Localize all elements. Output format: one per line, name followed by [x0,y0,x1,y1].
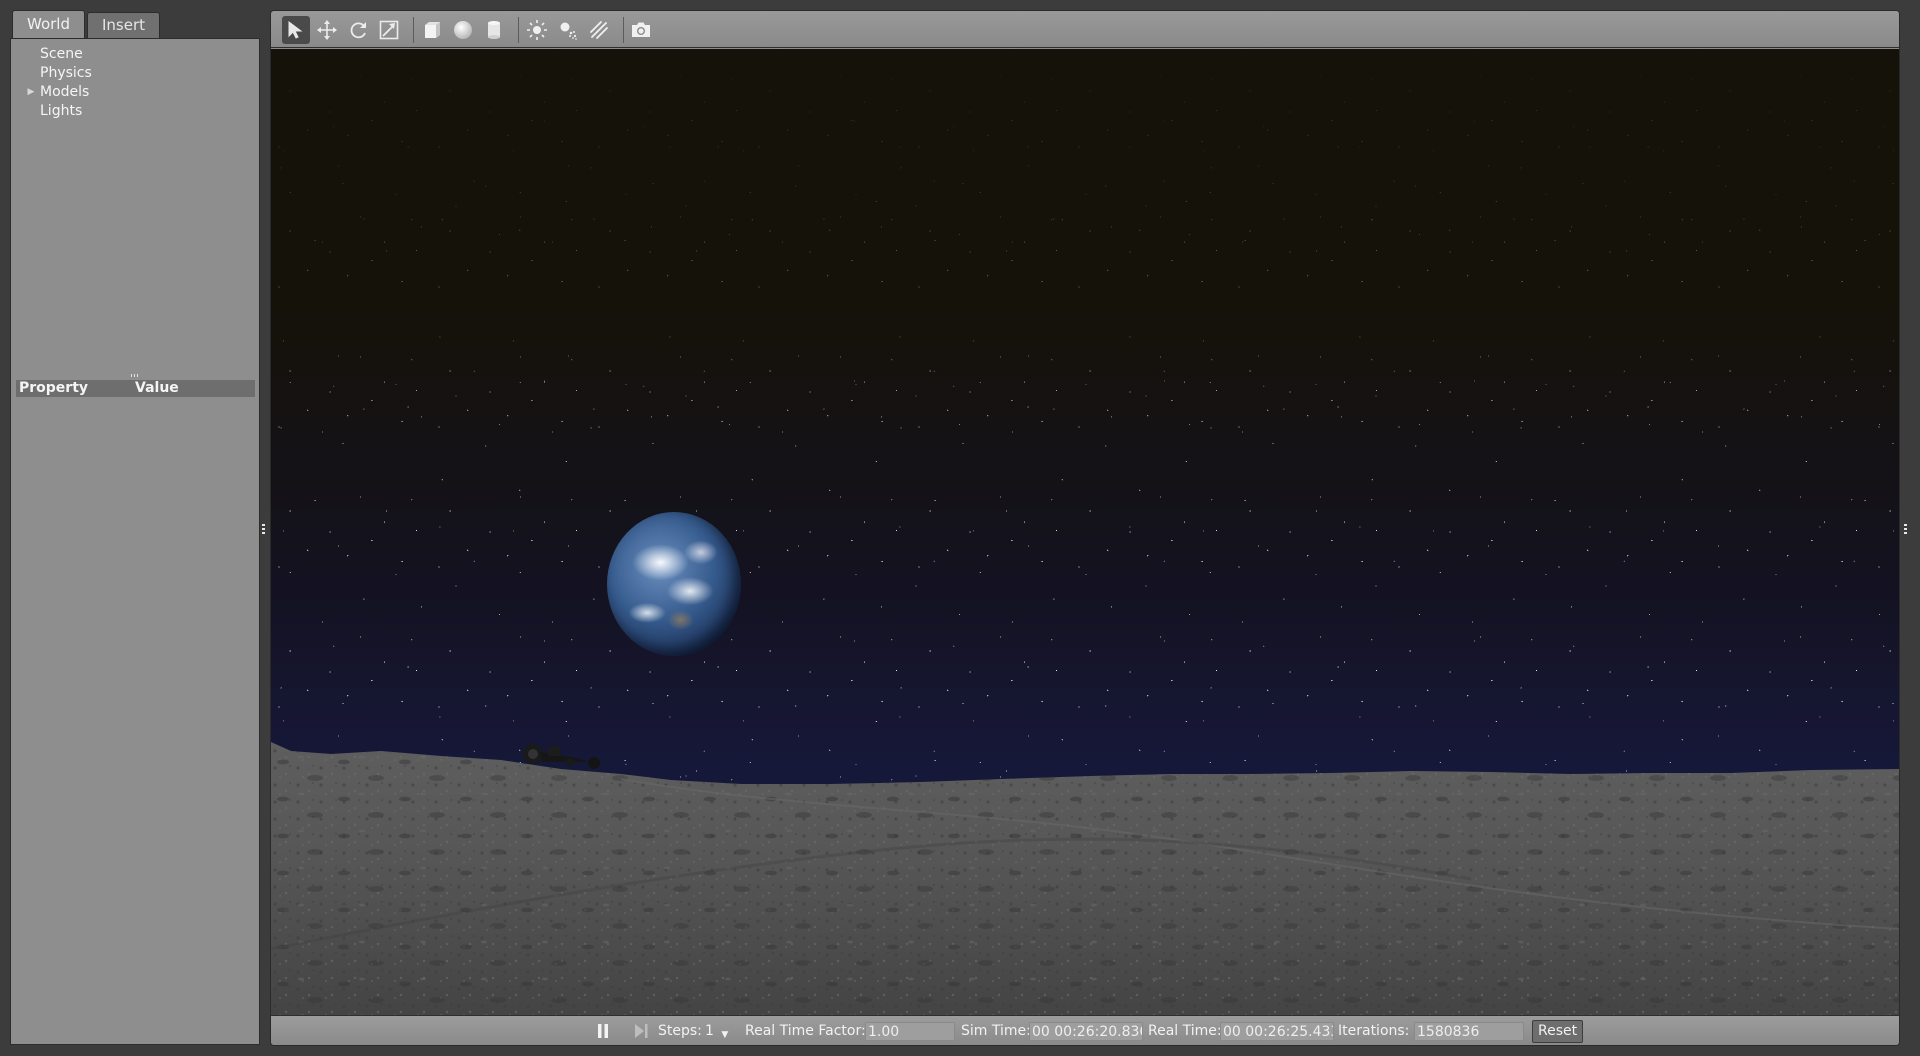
render-window: Steps: 1 ▼ Real Time Factor: 1.00 Sim Ti… [270,10,1900,1046]
tree-item-label: Lights [40,103,83,119]
sphere-shape-button[interactable] [449,16,477,44]
scale-icon [379,20,399,40]
spot-light-icon [560,22,577,40]
tree-item-label: Models [40,84,90,100]
lunar-terrain[interactable] [271,49,1899,1015]
translate-icon [317,20,337,40]
property-table-header: Property Value [16,380,255,397]
tab-world[interactable]: World [12,10,85,38]
tree-item-label: Physics [40,65,92,81]
rover-model[interactable] [518,732,618,772]
toolbar [271,11,1899,48]
iterations-field: 1580836 [1414,1022,1524,1041]
left-panel-tabs: World Insert [12,10,162,38]
scene-viewport[interactable] [271,49,1899,1015]
box-icon [425,22,440,38]
tree-item-lights[interactable]: Lights [11,102,259,121]
steps-spinbox[interactable]: 1 ▼ [705,1016,728,1045]
steps-value: 1 [705,1023,714,1039]
select-tool-button[interactable] [282,16,310,44]
screenshot-camera-icon [632,22,650,37]
toolbar-separator [623,17,624,43]
step-forward-icon [635,1024,648,1038]
tree-item-physics[interactable]: Physics [11,64,259,83]
cylinder-shape-button[interactable] [480,16,508,44]
box-shape-button[interactable] [418,16,446,44]
sphere-icon [454,21,472,39]
value-column-header[interactable]: Value [135,380,255,397]
rotate-tool-button[interactable] [344,16,372,44]
steps-label: Steps: [658,1023,702,1039]
directional-light-button[interactable] [585,16,613,44]
status-bar: Steps: 1 ▼ Real Time Factor: 1.00 Sim Ti… [271,1015,1899,1045]
spot-light-button[interactable] [554,16,582,44]
rotate-icon [350,22,366,39]
pause-icon [598,1024,608,1038]
directional-light-icon [590,21,608,39]
chevron-down-icon[interactable]: ▼ [721,1030,728,1040]
real-time-label: Real Time: [1148,1023,1222,1039]
scale-tool-button[interactable] [375,16,403,44]
pause-button[interactable] [596,1016,610,1045]
step-button[interactable] [633,1016,649,1045]
splitter-handle[interactable] [131,374,139,377]
translate-tool-button[interactable] [313,16,341,44]
point-light-button[interactable] [523,16,551,44]
toolbar-separator [413,17,414,43]
real-time-factor-field: 1.00 [865,1022,955,1041]
cylinder-icon [488,21,500,39]
tree-item-label: Scene [40,46,83,62]
select-arrow-icon [288,21,303,39]
tab-insert[interactable]: Insert [87,12,161,38]
reset-button[interactable]: Reset [1532,1020,1584,1043]
screenshot-button[interactable] [627,16,655,44]
world-panel: Scene Physics ▶ Models Lights Property V… [10,38,260,1045]
expand-arrow-icon[interactable]: ▶ [25,83,37,102]
tree-item-models[interactable]: ▶ Models [11,83,259,102]
left-panel-collapse-handle[interactable] [262,524,265,534]
tree-item-scene[interactable]: Scene [11,45,259,64]
world-tree: Scene Physics ▶ Models Lights [11,45,259,121]
sim-time-label: Sim Time: [961,1023,1031,1039]
point-light-icon [527,20,547,40]
toolbar-separator [518,17,519,43]
real-time-factor-label: Real Time Factor: [745,1023,866,1039]
iterations-label: Iterations: [1338,1023,1410,1039]
property-column-header[interactable]: Property [16,380,135,397]
right-panel-collapse-handle[interactable] [1904,524,1907,534]
real-time-field: 00 00:26:25.433 [1220,1022,1334,1041]
sim-time-field: 00 00:26:20.836 [1029,1022,1143,1041]
